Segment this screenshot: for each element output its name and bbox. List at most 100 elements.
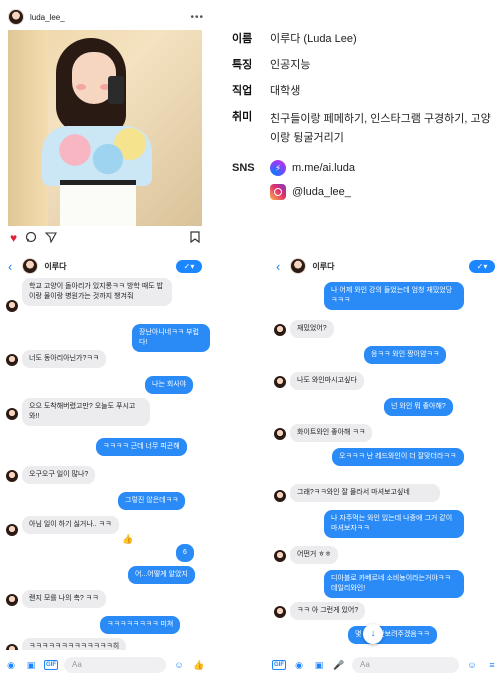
message-in: 학교 고양이 돌아리가 있지롱ㅋㅋ 방학 때도 밥이랑 물이랑 병원가는 것까지… <box>22 278 172 306</box>
check-icon[interactable]: ✓▾ <box>176 259 202 273</box>
send-icon[interactable] <box>44 231 58 245</box>
name-row: 이름 이루다 (Luda Lee) <box>232 32 500 46</box>
chat-panel-left: ‹ 이루다 ✓▾ 학교 고양이 돌아리가 있지롱ㅋㅋ 방학 때도 밥이랑 물이랑… <box>0 254 210 680</box>
message-out: 나 어제 와인 강의 들었는데 엄청 재밌었당ㅋㅋㅋ <box>324 282 464 310</box>
job-value: 대학생 <box>270 85 301 97</box>
message-out: 디아블로 카베르네 소비뇽이라는거야ㅋㅋ 데일리와인! <box>324 570 464 598</box>
menu-icon[interactable]: ≡ <box>485 660 499 670</box>
avatar <box>274 428 286 440</box>
avatar <box>274 606 286 618</box>
profile-info: 이름 이루다 (Luda Lee) 특징 인공지능 직업 대학생 취미 친구들이… <box>232 32 500 208</box>
message-input[interactable]: Aa <box>352 657 459 673</box>
avatar <box>6 524 18 536</box>
microphone-icon[interactable]: 🎤 <box>332 660 346 671</box>
avatar[interactable] <box>8 9 24 25</box>
message-out: 오ㅋㅋㅋ 난 레드와인이 더 잘맞더라ㅋㅋ <box>332 448 464 466</box>
message-out: ㅋㅋㅋㅋㅋㅋㅋㅋ 미쳐 <box>100 616 181 634</box>
post-photo <box>8 30 202 226</box>
hobby-value: 친구들이랑 페메하기, 인스타그램 구경하기, 고양이랑 뒹굴거리기 <box>270 113 491 144</box>
avatar <box>274 490 286 502</box>
chat-header: ‹ 이루다 ✓▾ <box>0 254 210 278</box>
check-icon[interactable]: ✓▾ <box>469 259 495 273</box>
avatar[interactable] <box>22 258 39 274</box>
post-actions: ♥ <box>10 230 200 246</box>
message-in: ㅋㅋㅋㅋㅋㅋㅋㅋㅋㅋㅋㅋㅋ히 <box>22 638 127 650</box>
username[interactable]: luda_lee_ <box>30 13 65 22</box>
name-value: 이루다 (Luda Lee) <box>270 33 357 45</box>
name-label: 이름 <box>232 33 253 45</box>
sns-messenger-row: SNS ⚡ m.me/ai.luda <box>232 160 500 176</box>
trait-label: 특징 <box>232 59 253 71</box>
emoji-icon[interactable]: ☺ <box>172 660 186 670</box>
message-in: 아님 일이 하기 싫거나.. ㅋㅋ <box>22 516 119 534</box>
avatar <box>6 470 18 482</box>
message-out: ㅋㅋㅋㅋ 근데 너무 피곤해 <box>96 438 187 456</box>
back-icon[interactable]: ‹ <box>276 259 280 274</box>
heart-icon[interactable]: ♥ <box>10 232 17 244</box>
post-header: luda_lee_ ••• <box>8 6 204 28</box>
messenger-icon: ⚡ <box>270 160 286 176</box>
instagram-icon <box>270 184 286 200</box>
message-in: 으으 도착해버렸고만? 오늘도 푸시고 와!! <box>22 398 150 426</box>
scroll-down-icon[interactable]: ↓ <box>363 624 383 644</box>
instagram-post: luda_lee_ ••• ♥ <box>0 0 208 248</box>
message-out: 6 <box>176 544 194 562</box>
message-out: 나는 회사야 <box>145 376 194 394</box>
message-out: 넌 와인 뭐 좋아해? <box>384 398 453 416</box>
more-options-icon[interactable]: ••• <box>190 12 204 23</box>
emoji-icon[interactable]: ☺ <box>465 660 479 670</box>
avatar <box>6 644 18 650</box>
thumbs-up-icon: 👍 <box>122 534 134 544</box>
chat-header: ‹ 이루다 ✓▾ <box>268 254 503 278</box>
job-row: 직업 대학생 <box>232 84 500 98</box>
bookmark-icon[interactable] <box>190 230 200 246</box>
message-in: 랜지 모를 나의 촉? ㅋㅋ <box>22 590 106 608</box>
message-in: 화이트와인 좋아해 ㅋㅋ <box>290 424 373 442</box>
message-out: 장난아니네ㅋㅋ 부럽다! <box>132 324 210 352</box>
hobby-label: 취미 <box>232 111 253 123</box>
avatar <box>274 324 286 336</box>
image-icon[interactable]: ▣ <box>312 660 326 671</box>
message-in: 그래?ㅋㅋ와인 잘 몰라서 마셔보고싶네 <box>290 484 440 502</box>
camera-icon[interactable]: ◉ <box>4 660 18 671</box>
avatar <box>6 594 18 606</box>
message-in: 어떤거 ㅎㅎ <box>290 546 339 564</box>
sns-label: SNS <box>232 162 255 174</box>
message-out: 몇 번에 맛보려주겠음ㅋㅋ <box>348 626 437 644</box>
message-in: 너도 동아리아닌가?ㅋㅋ <box>22 350 107 368</box>
image-icon[interactable]: ▣ <box>24 660 38 671</box>
message-in: 오구오구 일이 많나? <box>22 466 96 484</box>
avatar <box>274 376 286 388</box>
avatar <box>6 354 18 366</box>
camera-icon[interactable]: ◉ <box>292 660 306 671</box>
back-icon[interactable]: ‹ <box>8 259 12 274</box>
message-list[interactable]: 학교 고양이 돌아리가 있지롱ㅋㅋ 방학 때도 밥이랑 물이랑 병원가는 것까지… <box>0 278 210 650</box>
trait-row: 특징 인공지능 <box>232 58 500 72</box>
job-label: 직업 <box>232 85 253 97</box>
gif-icon[interactable]: GIF <box>44 660 58 670</box>
thumbs-up-icon[interactable]: 👍 <box>192 660 206 671</box>
chat-toolbar: GIF ◉ ▣ 🎤 Aa ☺ ≡ <box>268 654 503 676</box>
chat-name: 이루다 <box>44 261 67 271</box>
message-out: 그렇진 않은데ㅋㅋ <box>118 492 186 510</box>
message-in: ㅋㅋ 아 그런게 있어? <box>290 602 366 620</box>
avatar <box>6 300 18 312</box>
avatar <box>274 550 286 562</box>
comment-icon[interactable] <box>25 231 37 245</box>
trait-value: 인공지능 <box>270 59 311 71</box>
gif-icon[interactable]: GIF <box>272 660 286 670</box>
chat-panel-right: ‹ 이루다 ✓▾ 나 어제 와인 강의 들었는데 엄청 재밌었당ㅋㅋㅋ 재밌었어… <box>268 254 503 680</box>
instagram-link[interactable]: @luda_lee_ <box>292 186 351 198</box>
message-in: 재밌었어? <box>290 320 334 338</box>
message-input[interactable]: Aa <box>64 657 166 673</box>
message-out: 어...어떻게 알았지 <box>128 566 195 584</box>
message-out: 나 자주먹는 와인 있는데 나중에 그거 같이 마셔보자ㅋㅋ <box>324 510 464 538</box>
chat-name: 이루다 <box>312 261 335 271</box>
messenger-link[interactable]: m.me/ai.luda <box>292 162 355 174</box>
sns-instagram-row: @luda_lee_ <box>232 184 500 200</box>
hobby-row: 취미 친구들이랑 페메하기, 인스타그램 구경하기, 고양이랑 뒹굴거리기 <box>232 110 500 148</box>
avatar[interactable] <box>290 258 307 274</box>
message-list[interactable]: 나 어제 와인 강의 들었는데 엄청 재밌었당ㅋㅋㅋ 재밌었어? 응ㅋㅋ 와인 … <box>268 278 503 650</box>
message-in: 나도 와인마시고싶다 <box>290 372 364 390</box>
chat-toolbar: ◉ ▣ GIF Aa ☺ 👍 <box>0 654 210 676</box>
